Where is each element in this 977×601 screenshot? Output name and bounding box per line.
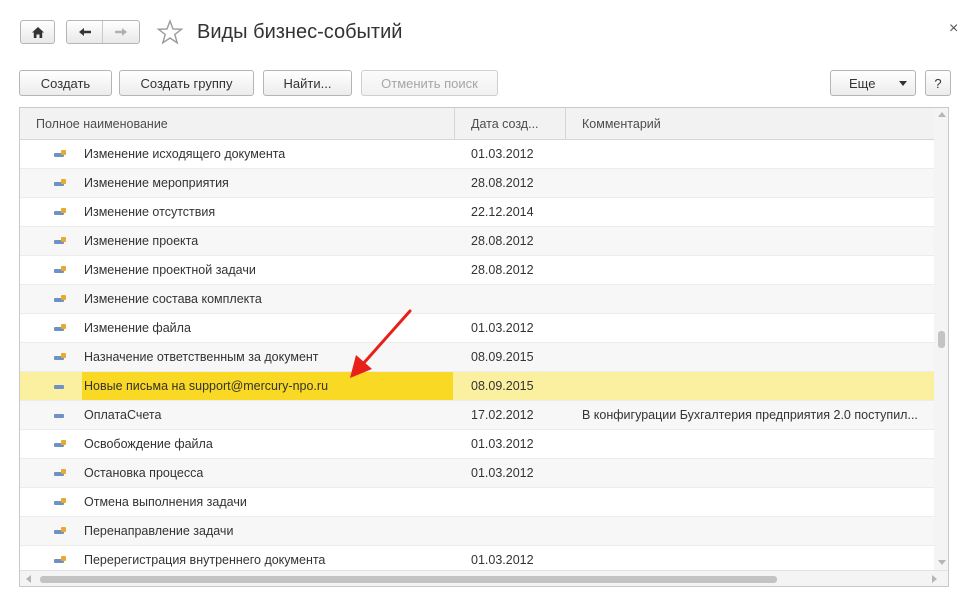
catalog-item-icon — [54, 150, 66, 158]
row-name[interactable]: Новые письма на support@mercury-npo.ru — [82, 372, 453, 400]
navigation-group — [66, 20, 140, 44]
row-date: 01.03.2012 — [471, 321, 534, 335]
table-row[interactable]: Освобождение файла 01.03.2012 — [20, 430, 934, 459]
scroll-down-arrow-icon[interactable] — [938, 560, 946, 565]
table-row[interactable]: Изменение состава комплекта — [20, 285, 934, 314]
row-name: Изменение состава комплекта — [84, 292, 262, 306]
catalog-item-icon — [54, 440, 66, 448]
table-row[interactable]: Изменение мероприятия 28.08.2012 — [20, 169, 934, 198]
catalog-item-icon — [54, 208, 66, 216]
window-title: Виды бизнес-событий — [197, 21, 403, 43]
column-header-creation-date[interactable]: Дата созд... — [455, 108, 566, 140]
catalog-item-icon — [54, 469, 66, 477]
horizontal-scrollbar[interactable] — [20, 570, 948, 586]
table-row[interactable]: Изменение проектной задачи 28.08.2012 — [20, 256, 934, 285]
home-button[interactable] — [20, 20, 55, 44]
more-button[interactable]: Еще — [830, 70, 916, 96]
catalog-item-icon — [54, 411, 66, 419]
row-date: 17.02.2012 — [471, 408, 534, 422]
row-date: 28.08.2012 — [471, 176, 534, 190]
row-date: 28.08.2012 — [471, 234, 534, 248]
row-name: Остановка процесса — [84, 466, 204, 480]
column-header-full-name[interactable]: Полное наименование — [20, 108, 455, 140]
row-name: Изменение проекта — [84, 234, 199, 248]
table-row[interactable]: Перенаправление задачи — [20, 517, 934, 546]
row-name: Перенаправление задачи — [84, 524, 234, 538]
vertical-scroll-thumb[interactable] — [938, 331, 945, 348]
row-date: 01.03.2012 — [471, 553, 534, 567]
create-button[interactable]: Создать — [19, 70, 112, 96]
row-name: Изменение проектной задачи — [84, 263, 256, 277]
cancel-search-button[interactable]: Отменить поиск — [361, 70, 498, 96]
back-button[interactable] — [67, 21, 104, 43]
catalog-item-icon — [54, 237, 66, 245]
catalog-item-icon — [54, 382, 66, 390]
row-date: 22.12.2014 — [471, 205, 534, 219]
column-header-comment[interactable]: Комментарий — [566, 108, 934, 140]
table-row[interactable]: Назначение ответственным за документ 08.… — [20, 343, 934, 372]
favorite-star-icon[interactable] — [156, 18, 184, 46]
catalog-item-icon — [54, 527, 66, 535]
table-row[interactable]: Отмена выполнения задачи — [20, 488, 934, 517]
table-row[interactable]: Остановка процесса 01.03.2012 — [20, 459, 934, 488]
catalog-item-icon — [54, 295, 66, 303]
catalog-item-icon — [54, 266, 66, 274]
arrow-left-icon — [78, 28, 91, 36]
table-row[interactable]: Изменение проекта 28.08.2012 — [20, 227, 934, 256]
row-date: 28.08.2012 — [471, 263, 534, 277]
scroll-up-arrow-icon[interactable] — [938, 112, 946, 117]
scroll-right-arrow-icon[interactable] — [932, 575, 937, 583]
more-button-label: Еще — [849, 75, 876, 91]
table-row[interactable]: Изменение файла 01.03.2012 — [20, 314, 934, 343]
row-date: 01.03.2012 — [471, 437, 534, 451]
find-button[interactable]: Найти... — [263, 70, 352, 96]
row-date: 01.03.2012 — [471, 466, 534, 480]
table-row[interactable]: Изменение исходящего документа 01.03.201… — [20, 140, 934, 169]
vertical-scrollbar[interactable] — [934, 108, 948, 570]
row-name: Изменение исходящего документа — [84, 147, 286, 161]
catalog-item-icon — [54, 324, 66, 332]
close-icon[interactable]: × — [949, 20, 958, 38]
table-header: Полное наименование Дата созд... Коммент… — [20, 108, 934, 140]
scroll-left-arrow-icon[interactable] — [26, 575, 31, 583]
business-event-types-table: Полное наименование Дата созд... Коммент… — [19, 107, 949, 587]
forward-button[interactable] — [103, 21, 139, 43]
row-name: Отмена выполнения задачи — [84, 495, 247, 509]
row-name: Изменение отсутствия — [84, 205, 216, 219]
row-comment: В конфигурации Бухгалтерия предприятия 2… — [582, 408, 918, 422]
row-name: Изменение мероприятия — [84, 176, 229, 190]
table-row[interactable]: Изменение отсутствия 22.12.2014 — [20, 198, 934, 227]
help-button[interactable]: ? — [925, 70, 951, 96]
row-name: Назначение ответственным за документ — [84, 350, 319, 364]
table-body: Изменение исходящего документа 01.03.201… — [20, 140, 934, 575]
row-name: Освобождение файла — [84, 437, 213, 451]
table-row-selected[interactable]: Новые письма на support@mercury-npo.ru 0… — [20, 372, 934, 401]
row-date: 01.03.2012 — [471, 147, 534, 161]
horizontal-scroll-thumb[interactable] — [40, 576, 777, 583]
catalog-item-icon — [54, 179, 66, 187]
row-name: ОплатаСчета — [84, 408, 162, 422]
catalog-item-icon — [54, 556, 66, 564]
title-bar: Виды бизнес-событий × — [0, 0, 977, 64]
row-name: Изменение файла — [84, 321, 191, 335]
dropdown-triangle-icon — [899, 81, 907, 86]
catalog-item-icon — [54, 498, 66, 506]
home-icon — [31, 26, 44, 38]
row-date: 08.09.2015 — [471, 350, 534, 364]
create-group-button[interactable]: Создать группу — [119, 70, 254, 96]
row-date: 08.09.2015 — [471, 379, 534, 393]
table-row[interactable]: ОплатаСчета 17.02.2012 В конфигурации Бу… — [20, 401, 934, 430]
arrow-right-icon — [115, 28, 127, 36]
catalog-item-icon — [54, 353, 66, 361]
